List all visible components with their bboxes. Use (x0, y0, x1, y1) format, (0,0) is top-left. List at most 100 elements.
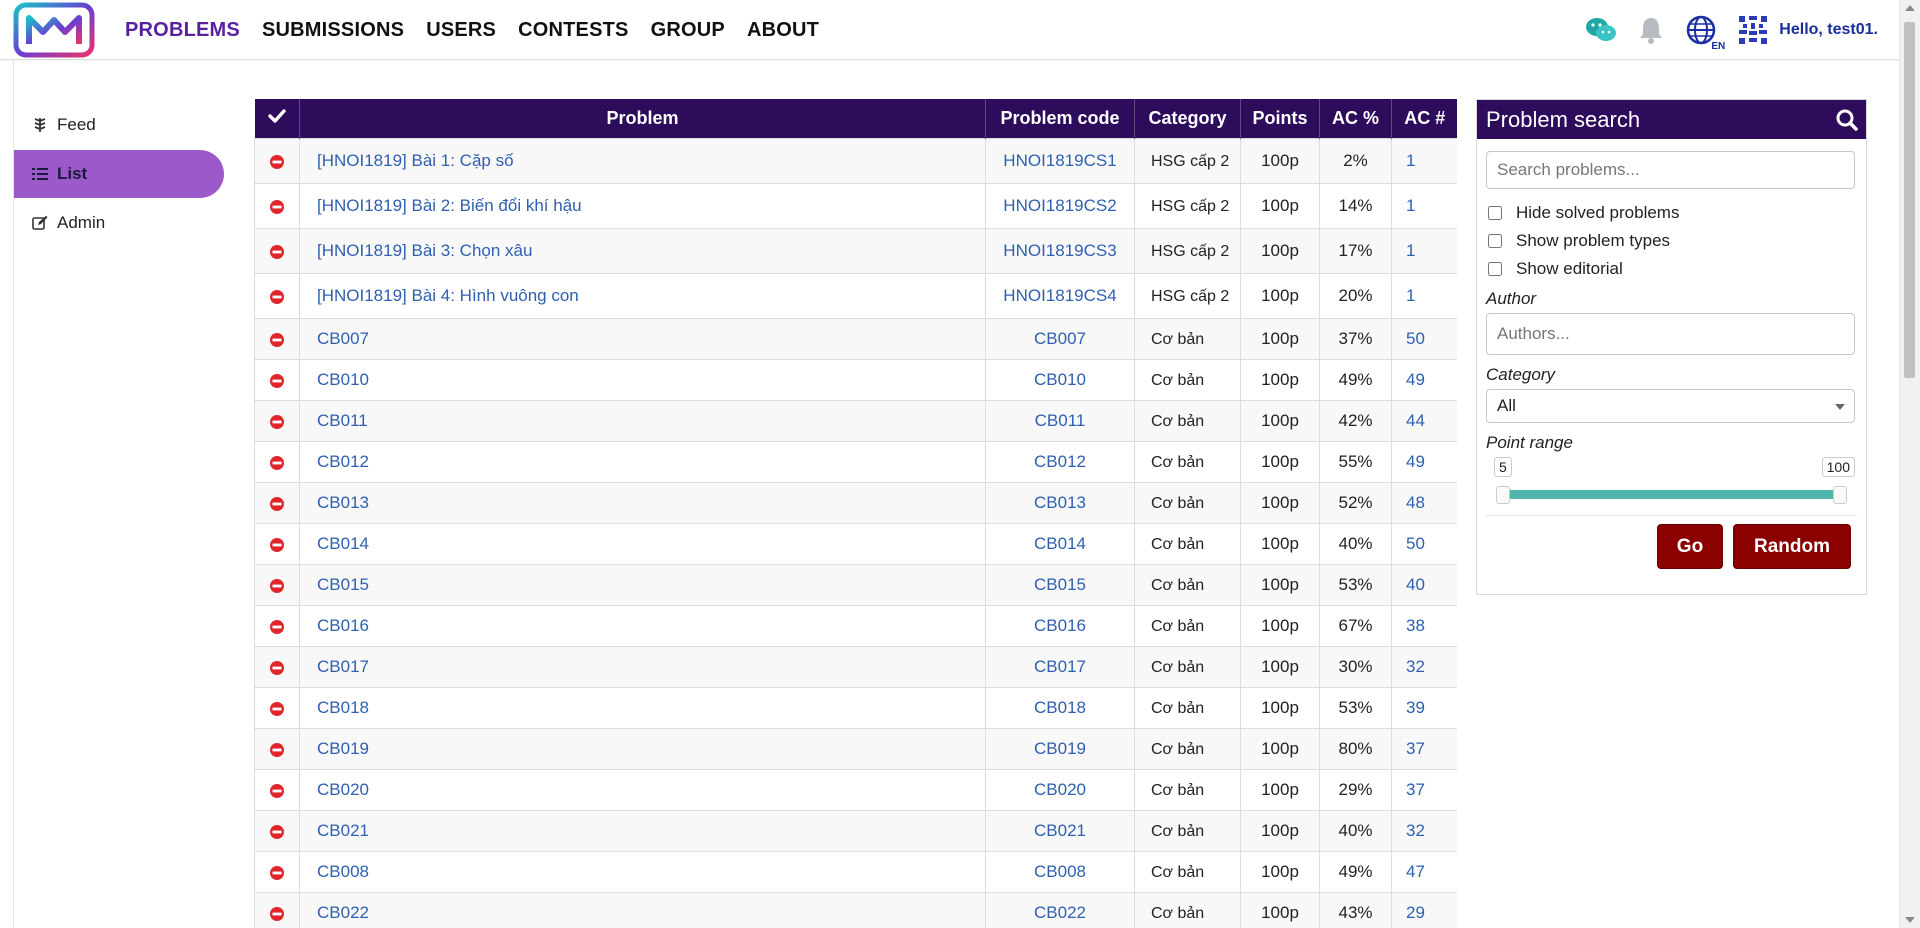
column-header-problem[interactable]: Problem (299, 99, 986, 139)
problem-code-link[interactable]: CB019 (1034, 739, 1086, 758)
problem-code-link[interactable]: CB022 (1034, 903, 1086, 922)
ac-count-link[interactable]: 50 (1406, 329, 1425, 348)
problem-link[interactable]: CB012 (317, 452, 369, 471)
problem-code-link[interactable]: CB011 (1035, 411, 1086, 430)
problem-code-link[interactable]: CB012 (1034, 452, 1086, 471)
point-range-slider[interactable]: 5 100 (1486, 457, 1857, 509)
column-header-points[interactable]: Points (1240, 99, 1320, 139)
author-input[interactable] (1486, 313, 1855, 355)
scroll-down-arrow-icon[interactable] (1905, 917, 1915, 923)
problem-link[interactable]: [HNOI1819] Bài 3: Chọn xâu (317, 241, 532, 260)
problem-code-link[interactable]: HNOI1819CS4 (1003, 286, 1116, 305)
nav-item-submissions[interactable]: SUBMISSIONS (251, 0, 415, 59)
range-track[interactable] (1496, 490, 1845, 499)
show-types-checkbox[interactable] (1488, 234, 1502, 248)
problem-link[interactable]: CB022 (317, 903, 369, 922)
problem-link[interactable]: CB019 (317, 739, 369, 758)
range-min-handle[interactable] (1496, 486, 1510, 504)
show-types-option[interactable]: Show problem types (1486, 227, 1857, 255)
problem-link[interactable]: CB010 (317, 370, 369, 389)
problem-link[interactable]: [HNOI1819] Bài 4: Hình vuông con (317, 286, 579, 305)
problem-code-link[interactable]: CB013 (1034, 493, 1086, 512)
user-greeting[interactable]: Hello, test01. (1779, 21, 1878, 39)
ac-count-link[interactable]: 37 (1406, 739, 1425, 758)
problem-link[interactable]: CB008 (317, 862, 369, 881)
column-header-ac-percent[interactable]: AC % (1319, 99, 1392, 139)
range-max-handle[interactable] (1833, 486, 1847, 504)
ac-count-link[interactable]: 40 (1406, 575, 1425, 594)
column-header-code[interactable]: Problem code (985, 99, 1135, 139)
problem-code-link[interactable]: CB018 (1034, 698, 1086, 717)
problem-code-link[interactable]: HNOI1819CS3 (1003, 241, 1116, 260)
problem-code-link[interactable]: CB021 (1034, 821, 1086, 840)
column-header-ac-count[interactable]: AC # (1391, 99, 1457, 139)
ac-count-link[interactable]: 37 (1406, 780, 1425, 799)
ac-count-link[interactable]: 49 (1406, 452, 1425, 471)
category-cell: Cơ bản (1134, 359, 1241, 401)
nav-item-group[interactable]: GROUP (640, 0, 736, 59)
ac-count-link[interactable]: 29 (1406, 903, 1425, 922)
ac-count-link[interactable]: 44 (1406, 411, 1425, 430)
problem-code-link[interactable]: CB008 (1034, 862, 1086, 881)
problem-code-link[interactable]: CB014 (1034, 534, 1086, 553)
category-select[interactable]: All (1486, 389, 1855, 423)
problem-code-link[interactable]: CB007 (1034, 329, 1086, 348)
problem-link[interactable]: CB017 (317, 657, 369, 676)
problem-link[interactable]: CB013 (317, 493, 369, 512)
avatar[interactable] (1737, 13, 1770, 46)
ac-count-link[interactable]: 38 (1406, 616, 1425, 635)
problem-code-link[interactable]: HNOI1819CS1 (1003, 151, 1116, 170)
search-problems-input[interactable] (1486, 151, 1855, 189)
page-scrollbar[interactable] (1899, 0, 1920, 928)
hide-solved-checkbox[interactable] (1488, 206, 1502, 220)
random-button[interactable]: Random (1733, 524, 1851, 569)
column-header-status[interactable] (254, 99, 300, 139)
ac-count-link[interactable]: 1 (1406, 196, 1415, 215)
go-button[interactable]: Go (1657, 524, 1723, 569)
problem-code-link[interactable]: CB020 (1034, 780, 1086, 799)
problem-link[interactable]: CB007 (317, 329, 369, 348)
ac-count-link[interactable]: 1 (1406, 241, 1415, 260)
column-header-category[interactable]: Category (1134, 99, 1241, 139)
sidebar-item-feed[interactable]: Feed (14, 101, 224, 149)
ac-count-link[interactable]: 1 (1406, 286, 1415, 305)
scroll-thumb[interactable] (1904, 22, 1915, 378)
problem-link[interactable]: [HNOI1819] Bài 1: Cặp số (317, 151, 514, 170)
ac-count-link[interactable]: 32 (1406, 821, 1425, 840)
ac-count-link[interactable]: 49 (1406, 370, 1425, 389)
problem-link[interactable]: CB021 (317, 821, 369, 840)
site-logo[interactable] (13, 2, 95, 58)
show-editorial-option[interactable]: Show editorial (1486, 255, 1857, 283)
ac-count-link[interactable]: 32 (1406, 657, 1425, 676)
problem-link[interactable]: CB015 (317, 575, 369, 594)
problem-link[interactable]: CB020 (317, 780, 369, 799)
problem-link[interactable]: [HNOI1819] Bài 2: Biến đổi khí hậu (317, 196, 582, 215)
ac-count-link[interactable]: 47 (1406, 862, 1425, 881)
nav-item-problems[interactable]: PROBLEMS (114, 0, 251, 59)
problem-code-link[interactable]: HNOI1819CS2 (1003, 196, 1116, 215)
problem-link[interactable]: CB018 (317, 698, 369, 717)
language-globe-icon[interactable]: EN (1683, 12, 1725, 52)
problem-link[interactable]: CB016 (317, 616, 369, 635)
problem-link[interactable]: CB011 (317, 411, 368, 430)
scroll-up-arrow-icon[interactable] (1905, 5, 1915, 11)
problem-link[interactable]: CB014 (317, 534, 369, 553)
nav-item-contests[interactable]: CONTESTS (507, 0, 640, 59)
ac-count-link[interactable]: 48 (1406, 493, 1425, 512)
nav-item-users[interactable]: USERS (415, 0, 507, 59)
hide-solved-option[interactable]: Hide solved problems (1486, 199, 1857, 227)
sidebar-item-list[interactable]: List (14, 150, 224, 198)
show-editorial-checkbox[interactable] (1488, 262, 1502, 276)
ac-count-link[interactable]: 39 (1406, 698, 1425, 717)
search-icon[interactable] (1836, 109, 1858, 131)
problem-code-link[interactable]: CB015 (1034, 575, 1086, 594)
nav-item-about[interactable]: ABOUT (736, 0, 830, 59)
problem-code-link[interactable]: CB010 (1034, 370, 1086, 389)
ac-count-link[interactable]: 1 (1406, 151, 1415, 170)
ac-count-link[interactable]: 50 (1406, 534, 1425, 553)
problem-code-link[interactable]: CB016 (1034, 616, 1086, 635)
chat-icon[interactable] (1583, 12, 1619, 48)
notification-bell-icon[interactable] (1633, 12, 1669, 48)
sidebar-item-admin[interactable]: Admin (14, 199, 224, 247)
problem-code-link[interactable]: CB017 (1034, 657, 1086, 676)
